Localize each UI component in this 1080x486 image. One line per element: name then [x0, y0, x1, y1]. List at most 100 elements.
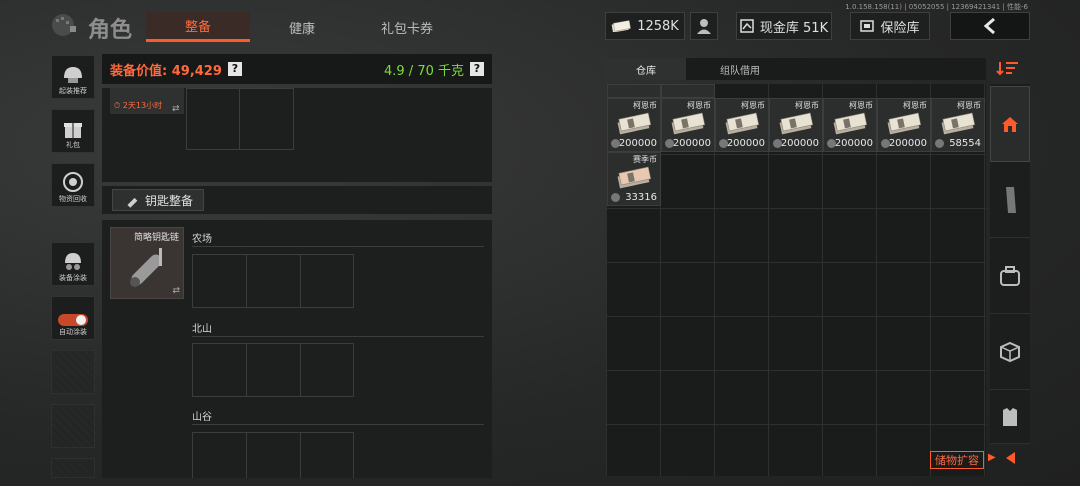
cash-stack-icon — [671, 112, 706, 135]
safe-button[interactable]: 保险库 — [850, 12, 930, 40]
cash-stack-icon — [617, 112, 652, 135]
key-grid-farm — [192, 254, 354, 308]
storage-expand-button[interactable]: 储物扩容 — [930, 451, 984, 469]
partial-item[interactable] — [661, 84, 715, 98]
empty-slot — [51, 458, 95, 478]
timer-label: ⏱ 2天13小时 — [114, 101, 163, 110]
item-name: 柯恩币 — [687, 101, 711, 110]
item-quantity: 200000 — [672, 138, 711, 149]
cash-stack-icon — [941, 112, 976, 135]
tab-warehouse[interactable]: 仓库 — [606, 58, 686, 80]
collapse-button[interactable] — [1003, 450, 1017, 466]
version-text: 1.0.158.158(11) | 05052055 | 12369421341… — [845, 3, 1028, 11]
inventory-item[interactable]: 赛季币 33316 — [607, 152, 661, 206]
magazine-icon — [1006, 186, 1016, 213]
weight-label: 4.9 / 70 千克 — [384, 63, 464, 79]
inventory-item[interactable]: 柯恩币 200000 — [715, 98, 769, 152]
agent-icon — [697, 19, 711, 34]
swap-icon[interactable]: ⇄ — [172, 104, 180, 114]
toggle-icon[interactable] — [57, 313, 89, 327]
item-quantity: 200000 — [834, 138, 873, 149]
item-name: 柯恩币 — [903, 101, 927, 110]
sidebar-item-recommended[interactable]: 起装推荐 — [51, 55, 95, 99]
rail-home[interactable] — [990, 86, 1030, 162]
rail-box[interactable] — [990, 314, 1030, 390]
cash-icon — [611, 20, 632, 32]
chevron-left-icon — [983, 17, 995, 35]
sidebar-item-label: 物资回收 — [59, 195, 87, 203]
helmet-icon — [64, 67, 82, 83]
cash-vault-label: 现金库 51K — [759, 20, 829, 36]
rail-magazine[interactable] — [990, 162, 1030, 238]
agent-button[interactable] — [690, 12, 718, 40]
chevron-left-icon — [1006, 452, 1015, 464]
divider — [192, 424, 484, 425]
item-name: 赛季币 — [633, 155, 657, 164]
inventory-item[interactable]: 柯恩币 200000 — [607, 98, 661, 152]
recycle-icon — [63, 172, 83, 192]
item-quantity: 200000 — [888, 138, 927, 149]
sidebar-item-gift[interactable]: 礼包 — [51, 109, 95, 153]
help-icon[interactable]: ? — [227, 62, 242, 76]
vault-icon — [740, 19, 754, 33]
keychain-icon — [130, 248, 162, 287]
inventory-item[interactable]: 柯恩币 58554 — [931, 98, 985, 152]
item-name: 柯恩币 — [957, 101, 981, 110]
loadout-value: 装备价值: 49,429 — [110, 63, 222, 79]
tab-gift-cards[interactable]: 礼包卡券 — [354, 12, 460, 42]
bound-icon — [611, 193, 620, 202]
tab-loadout[interactable]: 整备 — [146, 12, 250, 42]
key-grid-valley — [192, 432, 354, 478]
tab-health[interactable]: 健康 — [256, 12, 348, 42]
sidebar-item-label: 起装推荐 — [59, 87, 87, 95]
partial-item[interactable] — [607, 84, 661, 98]
sidebar-item-auto-paint[interactable]: 自动涂装 — [51, 296, 95, 340]
empty-slot — [51, 350, 95, 394]
cash-stack-icon — [725, 112, 760, 135]
inventory-item[interactable]: 柯恩币 200000 — [769, 98, 823, 152]
item-quantity: 58554 — [949, 138, 981, 149]
home-icon — [1002, 117, 1018, 132]
help-icon[interactable]: ? — [470, 62, 484, 76]
swap-icon[interactable]: ⇄ — [172, 286, 180, 296]
item-quantity: 200000 — [780, 138, 819, 149]
currency-display[interactable]: 1258K — [605, 12, 685, 40]
case-grid — [186, 88, 294, 150]
section-label-farm: 农场 — [192, 234, 212, 245]
safe-icon — [860, 20, 875, 32]
item-quantity: 200000 — [726, 138, 765, 149]
key-loadout-button[interactable]: 钥匙整备 — [112, 189, 205, 211]
item-name: 柯恩币 — [849, 101, 873, 110]
section-label-valley: 山谷 — [192, 412, 212, 423]
key-icon — [127, 197, 138, 208]
sidebar-item-recycle[interactable]: 物资回收 — [51, 163, 95, 207]
armor-icon — [1003, 407, 1017, 426]
sidebar-item-label: 装备涂装 — [59, 274, 87, 282]
rail-armor[interactable] — [990, 390, 1030, 444]
paint-icon — [65, 253, 81, 270]
keychain-item[interactable]: 简略钥匙链 ⇄ — [110, 227, 184, 299]
cash-stack-icon — [887, 112, 922, 135]
currency-amount: 1258K — [637, 18, 679, 34]
inventory-item[interactable]: 柯恩币 200000 — [661, 98, 715, 152]
rail-bag[interactable] — [990, 238, 1030, 314]
sidebar-item-label: 礼包 — [66, 141, 80, 149]
item-name: 柯恩币 — [633, 101, 657, 110]
back-button[interactable] — [950, 12, 1030, 40]
divider — [192, 246, 484, 247]
bound-icon — [935, 139, 944, 148]
key-grid-north-mountain — [192, 343, 354, 397]
item-quantity: 200000 — [618, 138, 657, 149]
item-name: 柯恩币 — [795, 101, 819, 110]
item-name: 柯恩币 — [741, 101, 765, 110]
safe-label: 保险库 — [880, 20, 920, 36]
inventory-item[interactable]: 柯恩币 200000 — [877, 98, 931, 152]
tab-team-borrow[interactable]: 组队借用 — [692, 58, 788, 80]
inventory-item[interactable]: 柯恩币 200000 — [823, 98, 877, 152]
cash-stack-icon — [779, 112, 814, 135]
sidebar-item-paint[interactable]: 装备涂装 — [51, 242, 95, 286]
section-label-north-mountain: 北山 — [192, 324, 212, 335]
empty-slot — [51, 404, 95, 448]
sort-icon[interactable] — [996, 60, 1024, 78]
cash-vault-button[interactable]: 现金库 51K — [736, 12, 832, 40]
